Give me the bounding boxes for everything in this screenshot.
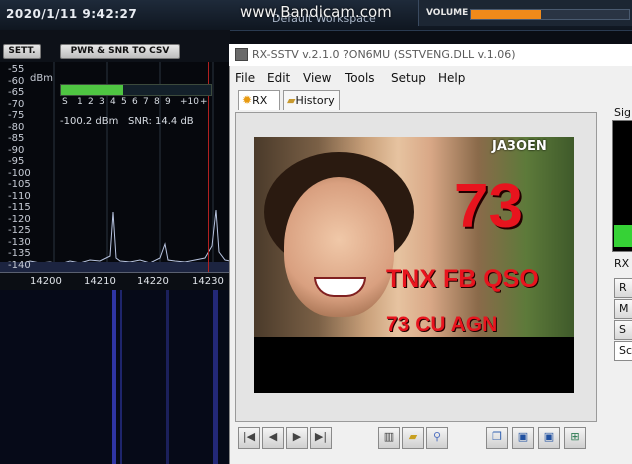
gear-icon: ✹ [242, 93, 253, 107]
s-scale-tick: 4 [110, 97, 116, 107]
trash-icon: ▥ [383, 430, 395, 443]
tab-history[interactable]: ▰History [283, 90, 340, 110]
signal-meter-fill [614, 225, 632, 247]
image-unfilled-area [254, 337, 574, 393]
magnifier-icon: ⚲ [432, 430, 442, 443]
image-big-73: 73 [454, 172, 523, 241]
next-icon: ▶ [292, 430, 302, 443]
frequency-tick: 14210 [84, 276, 116, 287]
first-icon: |◀ [242, 430, 256, 443]
db-tick: -120 [8, 213, 31, 225]
zoom-button[interactable]: ⚲ [426, 427, 448, 449]
prev-image-button[interactable]: ◀ [262, 427, 284, 449]
delete-button[interactable]: ▥ [378, 427, 400, 449]
right-button-r[interactable]: R [614, 278, 632, 298]
last-image-button[interactable]: ▶| [310, 427, 332, 449]
settings-button[interactable]: SETT. [3, 44, 41, 59]
dbm-readout: -100.2 dBm [60, 116, 119, 127]
save-as-icon: ▣ [543, 430, 555, 443]
s-scale-tick: 6 [132, 97, 138, 107]
volume-label: VOLUME [426, 8, 469, 18]
save-button[interactable]: ▣ [512, 427, 534, 449]
waterfall-plot [0, 290, 230, 464]
s-scale-tick: 2 [88, 97, 94, 107]
db-tick: -130 [8, 236, 31, 248]
db-tick: -55 [8, 64, 25, 75]
menu-edit[interactable]: Edit [267, 71, 290, 85]
db-tick: -100 [8, 167, 31, 179]
db-tick: -80 [8, 121, 25, 133]
app-icon [235, 48, 248, 61]
db-tick: -135 [8, 248, 31, 259]
s-scale-tick: 3 [99, 97, 105, 107]
frequency-tick: 14230 [192, 276, 224, 287]
first-image-button[interactable]: |◀ [238, 427, 260, 449]
pwr-snr-csv-button[interactable]: PWR & SNR TO CSV [60, 44, 180, 59]
right-button-m[interactable]: M [614, 299, 632, 319]
menu-setup[interactable]: Setup [391, 71, 426, 85]
rx-group-label: RX [614, 257, 630, 270]
menu-help[interactable]: Help [438, 71, 465, 85]
last-icon: ▶| [314, 430, 328, 443]
waterfall-display[interactable] [0, 290, 230, 464]
menu-file[interactable]: File [235, 71, 255, 85]
db-tick: -90 [8, 144, 25, 156]
s-scale-tick: 8 [154, 97, 160, 107]
folder-open-icon: ▰ [408, 430, 418, 443]
save-as-button[interactable]: ▣ [538, 427, 560, 449]
window-title: RX-SSTV v.2.1.0 ?ON6MU (SSTVENG.DLL v.1.… [252, 48, 516, 61]
s-scale-tick: + [200, 97, 208, 107]
bandicam-watermark: www.Bandicam.com [240, 3, 392, 21]
db-tick: -95 [8, 156, 25, 167]
s-scale-tick: 9 [165, 97, 171, 107]
spectrum-trace [0, 209, 230, 266]
db-tick: -140 [8, 259, 31, 271]
snr-readout: SNR: 14.4 dB [128, 116, 194, 127]
volume-slider-fill [471, 10, 541, 19]
date-time-display: 2020/1/11 9:42:27 [6, 7, 138, 21]
menu-tools[interactable]: Tools [345, 71, 375, 85]
db-tick: -70 [8, 98, 25, 110]
tab-rx-label: RX [252, 94, 268, 107]
signal-label: Sig [614, 106, 632, 119]
open-folder-button[interactable]: ▰ [402, 427, 424, 449]
menu-view[interactable]: View [303, 71, 331, 85]
right-button-sc[interactable]: Sc [614, 341, 632, 361]
frequency-tick: 14220 [137, 276, 169, 287]
copy-icon: ❐ [492, 430, 502, 443]
db-tick: -60 [8, 75, 25, 87]
save-icon: ▣ [517, 430, 529, 443]
image-callsign: JA3OEN [492, 139, 547, 154]
db-tick: -75 [8, 110, 25, 121]
tab-rx[interactable]: ✹RX [238, 90, 280, 110]
s-meter-fill [61, 85, 123, 95]
s-scale-tick: 7 [143, 97, 149, 107]
upload-button[interactable]: ⊞ [564, 427, 586, 449]
next-image-button[interactable]: ▶ [286, 427, 308, 449]
s-scale-tick: 5 [121, 97, 127, 107]
db-tick: -115 [8, 202, 31, 213]
s-scale-tick: +10 [180, 97, 199, 107]
right-button-s[interactable]: S [614, 320, 632, 340]
prev-icon: ◀ [268, 430, 278, 443]
frequency-tick: 14200 [30, 276, 62, 287]
s-scale-tick: 1 [77, 97, 83, 107]
db-tick: -110 [8, 190, 31, 202]
db-unit-label: dBm [30, 73, 53, 84]
s-scale-tick: S [62, 97, 68, 107]
tab-history-label: History [295, 94, 335, 107]
tuning-marker [208, 62, 209, 290]
copy-button[interactable]: ❐ [486, 427, 508, 449]
sstv-image: JA3OEN 73 TNX FB QSO 73 CU AGN [254, 137, 574, 393]
db-tick: -85 [8, 133, 25, 144]
image-text-line2: 73 CU AGN [386, 313, 498, 336]
db-tick: -105 [8, 179, 31, 190]
db-tick: -125 [8, 225, 31, 236]
network-icon: ⊞ [570, 430, 580, 443]
image-text-line1: TNX FB QSO [386, 265, 539, 293]
db-tick: -65 [8, 87, 25, 98]
